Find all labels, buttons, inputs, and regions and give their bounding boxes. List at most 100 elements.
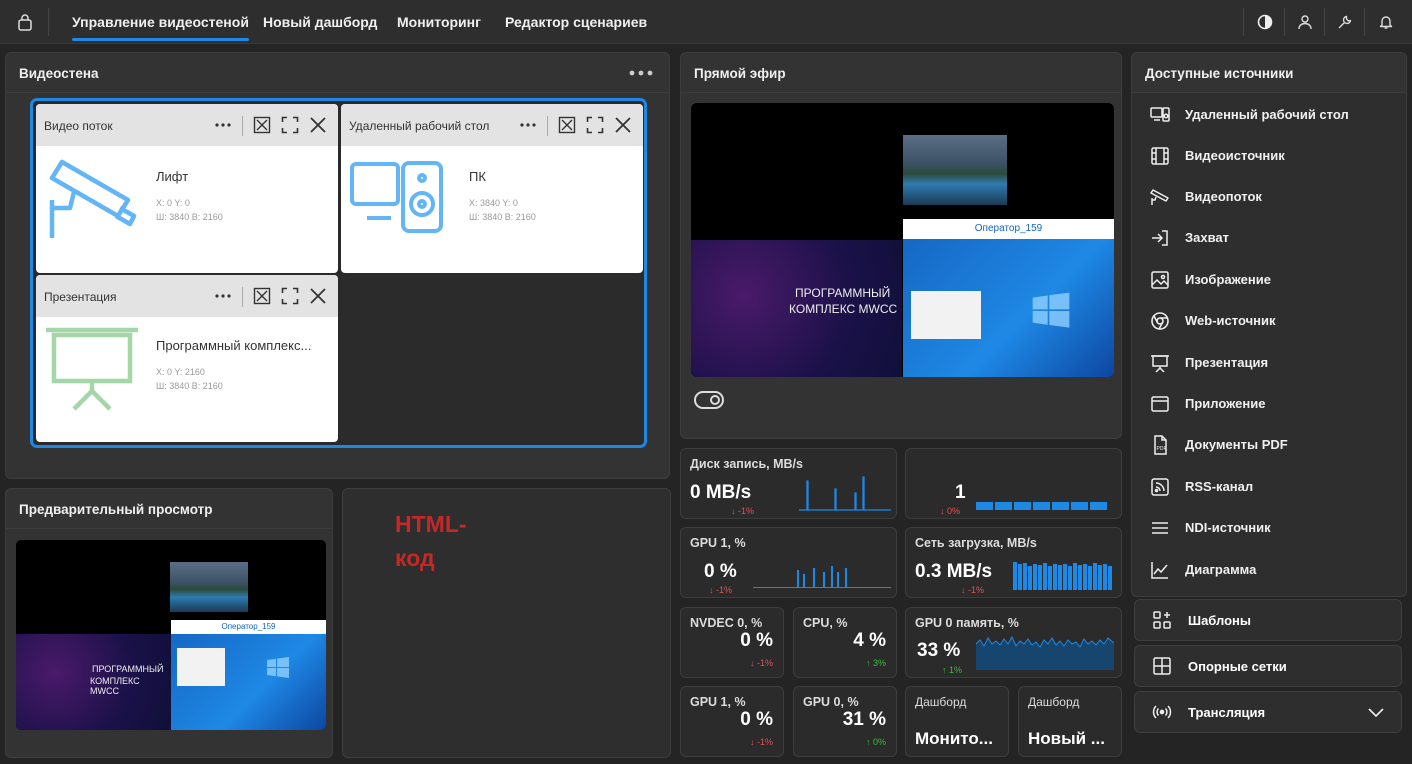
source-video[interactable]: Видеоисточник <box>1146 143 1396 169</box>
dashboard-link-new[interactable]: Дашборд Новый ... <box>1018 686 1122 757</box>
user-icon[interactable] <box>1294 11 1316 33</box>
theme-contrast-icon[interactable] <box>1254 11 1276 33</box>
cell-header: Видео поток <box>36 104 338 146</box>
broadcast-dropdown[interactable]: Трансляция <box>1134 691 1402 733</box>
close-icon[interactable] <box>309 287 327 305</box>
metric-delta: ↑ 0% <box>865 737 886 747</box>
source-application[interactable]: Приложение <box>1146 391 1396 417</box>
fullscreen-icon[interactable] <box>586 116 604 134</box>
metric-disk-write[interactable]: Диск запись, MB/s 0 MB/s ↓ -1% <box>680 448 897 519</box>
more-options-icon[interactable] <box>214 287 232 305</box>
svg-text:PDF: PDF <box>1157 446 1167 452</box>
metric-title: GPU 0, % <box>803 695 859 709</box>
image-icon <box>1151 271 1169 289</box>
source-label: Удаленный рабочий стол <box>1185 107 1349 122</box>
broadcast-label: Трансляция <box>1188 705 1266 720</box>
resize-icon[interactable] <box>253 116 271 134</box>
panel-header: Прямой эфир <box>681 53 1121 93</box>
metric-gpu1[interactable]: GPU 1, % 0 % ↓ -1% <box>680 527 897 598</box>
top-navigation-bar: Управление видеостеной Новый дашборд Мон… <box>0 0 1412 44</box>
live-toggle[interactable] <box>694 391 724 409</box>
presentation-board-icon <box>44 327 140 411</box>
source-ndi[interactable]: NDI-источник <box>1146 515 1396 541</box>
source-label: Видеоисточник <box>1185 148 1285 163</box>
wall-cell-video-stream[interactable]: Видео поток Лифт X: 0 Y: 0 Ш: 3840 В: 21… <box>36 104 338 273</box>
templates-button[interactable]: Шаблоны <box>1134 599 1402 641</box>
source-chart[interactable]: Диаграмма <box>1146 557 1396 583</box>
html-code-widget[interactable]: HTML-код <box>342 488 671 758</box>
fullscreen-icon[interactable] <box>281 116 299 134</box>
divider <box>1243 8 1244 36</box>
available-sources-panel: Доступные источники Удаленный рабочий ст… <box>1131 52 1407 597</box>
source-web[interactable]: Web-источник <box>1146 308 1396 334</box>
metric-delta: ↓ 0% <box>940 506 961 516</box>
dashboard-link-monitoring[interactable]: Дашборд Монито... <box>905 686 1009 757</box>
metric-gpu0[interactable]: GPU 0, % 31 % ↑ 0% <box>793 686 897 757</box>
more-options-icon[interactable] <box>628 66 654 80</box>
source-image[interactable]: Изображение <box>1146 267 1396 293</box>
metric-cpu[interactable]: CPU, % 4 % ↑ 3% <box>793 607 897 678</box>
html-code-label: HTML-код <box>395 511 467 571</box>
metric-delta: ↑ 1% <box>942 665 963 675</box>
panel-header: Предварительный просмотр <box>6 489 332 529</box>
camera-icon <box>1150 189 1169 205</box>
metric-nvdec0[interactable]: NVDEC 0, % 0 % ↓ -1% <box>680 607 784 678</box>
source-label: RSS-канал <box>1185 479 1254 494</box>
source-remote-desktop[interactable]: Удаленный рабочий стол <box>1146 102 1396 128</box>
close-icon[interactable] <box>614 116 632 134</box>
tab-scenario-editor[interactable]: Редактор сценариев <box>505 0 647 44</box>
operator-label: Оператор_159 <box>903 219 1114 239</box>
wall-cell-presentation[interactable]: Презентация Программный комплекс... X: 0… <box>36 275 338 442</box>
live-screen[interactable]: ПРОГРАММНЫЙ КОМПЛЕКС MWCC Оператор_159 <box>691 103 1114 377</box>
preview-screen[interactable]: ПРОГРАММНЫЙ КОМПЛЕКС MWCC Оператор_159 <box>16 540 326 730</box>
metric-gpu0-memory[interactable]: GPU 0 память, % 33 % ↑ 1% <box>905 607 1122 678</box>
empty-wall-cell[interactable] <box>341 275 643 442</box>
wall-cell-remote-desktop[interactable]: Удаленный рабочий стол ПК X: 3840 Y: 0 Ш… <box>341 104 643 273</box>
metric-counter[interactable]: 1 ↓ 0% <box>905 448 1122 519</box>
more-options-icon[interactable] <box>214 116 232 134</box>
source-label: Видеопоток <box>1185 189 1262 204</box>
source-rss[interactable]: RSS-канал <box>1146 474 1396 500</box>
windows-logo-icon <box>1031 291 1071 331</box>
operator-label: Оператор_159 <box>171 620 326 634</box>
bell-icon[interactable] <box>1375 11 1397 33</box>
fullscreen-icon[interactable] <box>281 287 299 305</box>
cell-size: Ш: 3840 В: 2160 <box>156 381 223 391</box>
source-video-stream[interactable]: Видеопоток <box>1146 184 1396 210</box>
lock-icon[interactable] <box>14 11 36 33</box>
cell-header: Удаленный рабочий стол <box>341 104 643 146</box>
resize-icon[interactable] <box>558 116 576 134</box>
landscape-thumbnail <box>903 135 1007 205</box>
reference-grids-button[interactable]: Опорные сетки <box>1134 645 1402 687</box>
panel-title: Видеостена <box>19 66 99 81</box>
source-label: Документы PDF <box>1185 437 1288 452</box>
remote-desktop-icon <box>1150 107 1170 122</box>
ndi-icon <box>1152 522 1168 534</box>
metric-title: NVDEC 0, % <box>690 616 763 630</box>
more-options-icon[interactable] <box>519 116 537 134</box>
tab-monitoring[interactable]: Мониторинг <box>397 0 481 44</box>
wrench-icon[interactable] <box>1334 11 1356 33</box>
videowall-grid[interactable]: Видео поток Лифт X: 0 Y: 0 Ш: 3840 В: 21… <box>30 98 647 448</box>
source-label: Web-источник <box>1185 313 1276 328</box>
close-icon[interactable] <box>309 116 327 134</box>
chevron-down-icon[interactable] <box>1367 705 1385 719</box>
capture-icon <box>1152 230 1168 246</box>
source-presentation[interactable]: Презентация <box>1146 350 1396 376</box>
tab-new-dashboard[interactable]: Новый дашборд <box>263 0 377 44</box>
divider <box>1364 8 1365 36</box>
metric-title: CPU, % <box>803 616 848 630</box>
source-pdf[interactable]: PDF Документы PDF <box>1146 432 1396 458</box>
window-thumbnail <box>177 648 225 686</box>
tab-videowall-management[interactable]: Управление видеостеной <box>72 0 249 44</box>
presentation-icon <box>1151 355 1169 373</box>
metric-value: 0 % <box>740 709 773 730</box>
cell-position: X: 3840 Y: 0 <box>469 198 518 208</box>
resize-icon[interactable] <box>253 287 271 305</box>
desktop-speaker-icon <box>349 160 445 236</box>
metric-delta: ↓ -1% <box>749 658 773 668</box>
source-capture[interactable]: Захват <box>1146 225 1396 251</box>
metric-network-download[interactable]: Сеть загрузка, MB/s 0.3 MB/s ↓ -1% <box>905 527 1122 598</box>
metric-gpu1-second[interactable]: GPU 1, % 0 % ↓ -1% <box>680 686 784 757</box>
pdf-icon: PDF <box>1154 435 1167 455</box>
